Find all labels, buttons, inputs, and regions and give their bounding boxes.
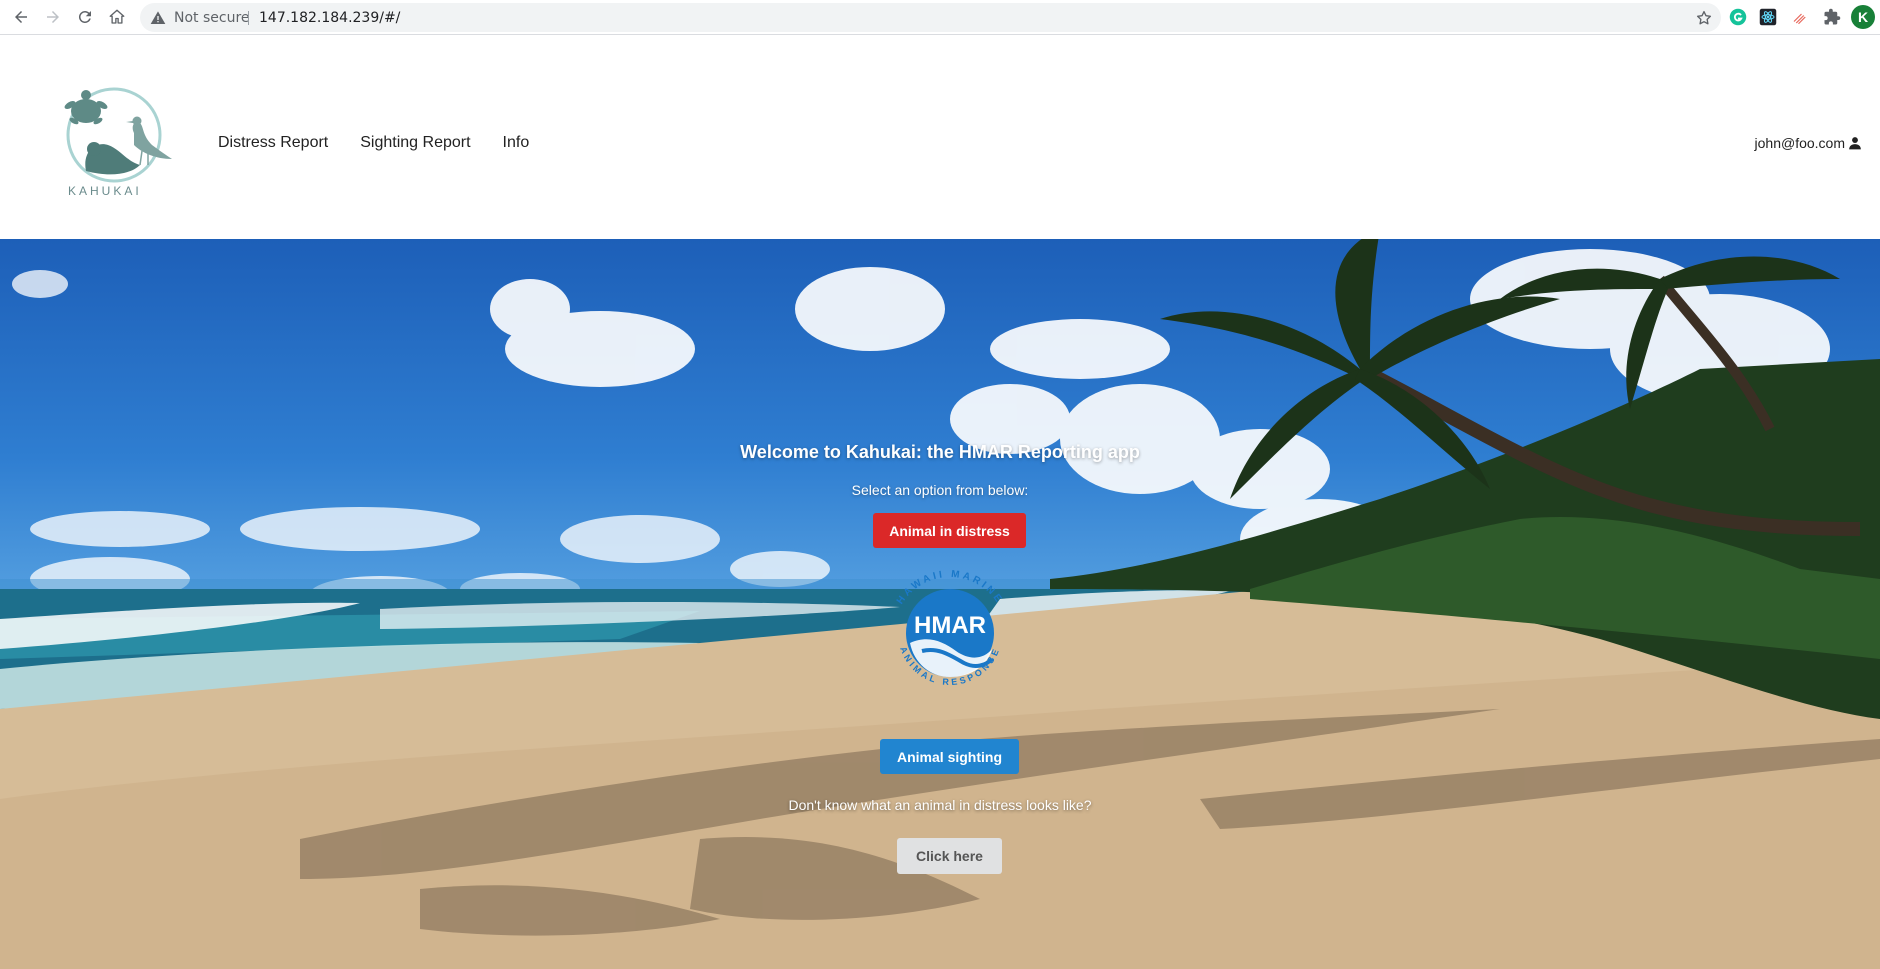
omnibox-divider [248,11,249,25]
distress-help-question: Don't know what an animal in distress lo… [788,797,1092,813]
security-label: Not secure [174,10,250,26]
extension-icon [1793,13,1806,25]
hmar-logo-abbr: HMAR [914,612,986,639]
kahukai-logo-graphic [64,87,172,183]
profile-avatar[interactable]: K [1851,5,1875,29]
forward-button[interactable] [40,4,66,30]
browser-toolbar: Not secure 147.182.184.239/#/ K [0,0,1880,35]
grammarly-icon [1729,8,1747,26]
home-button[interactable] [104,4,130,30]
animal-in-distress-button[interactable]: Animal in distress [873,513,1026,548]
star-icon[interactable] [1695,9,1713,27]
warning-icon [150,11,166,24]
user-email: john@foo.com [1754,135,1845,151]
back-icon [15,11,27,23]
nav-distress-report[interactable]: Distress Report [218,133,328,153]
reload-button[interactable] [72,4,98,30]
react-devtools-icon [1759,8,1777,26]
kahukai-logo[interactable] [56,85,172,197]
user-menu[interactable]: john@foo.com [1755,135,1862,151]
main-nav: Distress Report Sighting Report Info [218,133,561,153]
puzzle-icon [1824,8,1841,25]
nav-sighting-report[interactable]: Sighting Report [360,133,470,153]
nav-info[interactable]: Info [503,133,530,153]
logo-wordmark: KAHUKAI [68,184,142,198]
back-button[interactable] [8,4,34,30]
hero-banner: Welcome to Kahukai: the HMAR Reporting a… [0,239,1880,969]
reload-icon [78,10,91,23]
address-bar[interactable]: Not secure 147.182.184.239/#/ [140,3,1721,32]
extensions-menu-button[interactable] [1821,6,1843,28]
home-icon [109,9,125,24]
grammarly-extension[interactable] [1727,6,1749,28]
extension-button[interactable] [1789,6,1811,28]
animal-sighting-button[interactable]: Animal sighting [880,739,1019,774]
hero-subtitle: Select an option from below: [851,482,1029,498]
hero-title: Welcome to Kahukai: the HMAR Reporting a… [740,442,1140,462]
click-here-button[interactable]: Click here [897,838,1002,874]
site-header: KAHUKAI Distress Report Sighting Report … [0,35,1880,239]
hero-content: Welcome to Kahukai: the HMAR Reporting a… [0,239,1880,969]
hmar-logo: HMAR HAWAII MARINE ANIMAL RESPONSE [895,569,1002,687]
url-text[interactable]: 147.182.184.239/#/ [259,10,400,26]
react-devtools-extension[interactable] [1757,6,1779,28]
user-icon [1849,137,1861,150]
forward-icon [47,11,59,23]
